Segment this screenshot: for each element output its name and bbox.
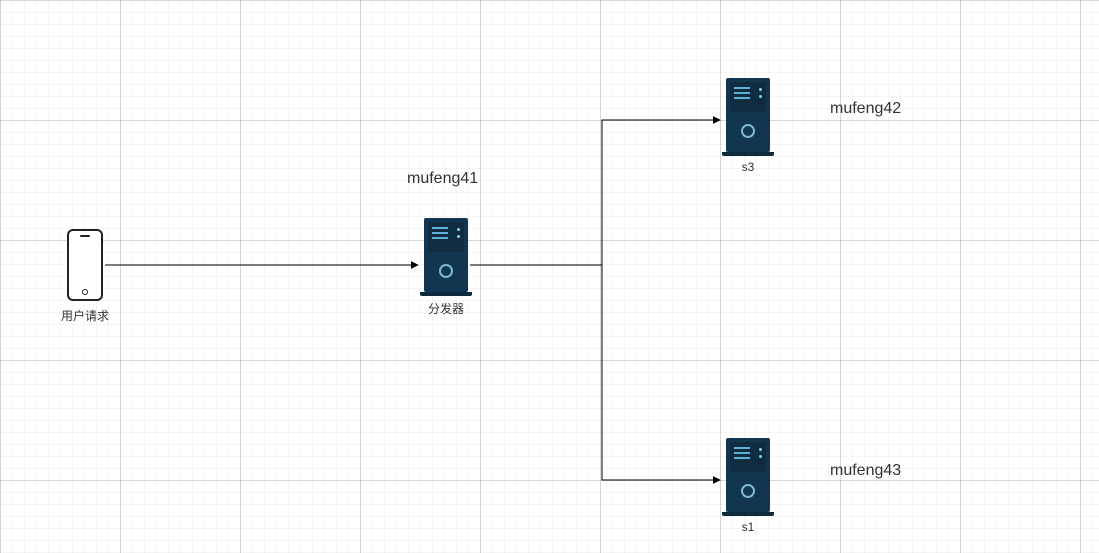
dispatcher-server-icon — [424, 218, 468, 292]
connections — [0, 0, 1099, 553]
client-phone-icon — [67, 229, 103, 301]
server-top-caption: s3 — [726, 160, 770, 174]
server-bottom-title: mufeng43 — [830, 462, 901, 480]
server-bottom-icon — [726, 438, 770, 512]
edge-dispatcher-s1 — [470, 265, 720, 480]
server-top-icon — [726, 78, 770, 152]
dispatcher-title: mufeng41 — [407, 170, 478, 188]
server-bottom-caption: s1 — [726, 520, 770, 534]
dispatcher-caption: 分发器 — [424, 300, 468, 317]
edge-dispatcher-s3 — [470, 120, 720, 265]
server-top-title: mufeng42 — [830, 100, 901, 118]
client-caption: 用户请求 — [57, 307, 113, 324]
